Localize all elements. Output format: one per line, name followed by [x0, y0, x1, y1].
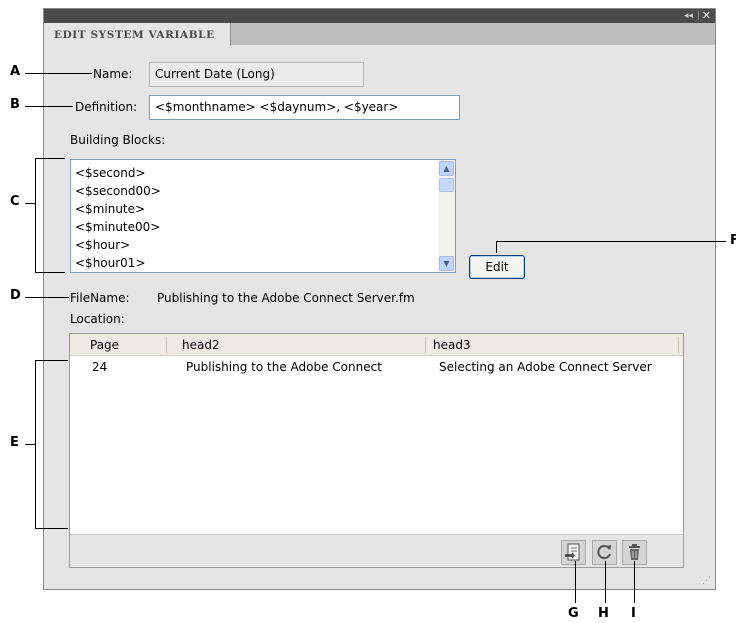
definition-field[interactable]: <$monthname> <$daynum>, <$year>	[149, 95, 460, 120]
tab-label: EDIT SYSTEM VARIABLE	[54, 29, 215, 41]
list-item[interactable]: <$second>	[75, 166, 146, 180]
column-divider[interactable]	[425, 337, 426, 353]
callout-b-line	[25, 106, 73, 107]
building-blocks-list[interactable]: <$second> <$second00> <$minute> <$minute…	[70, 159, 456, 273]
callout-g: G	[568, 606, 579, 621]
cell-page: 24	[92, 360, 108, 374]
callout-c-bracket-bottom	[35, 272, 65, 273]
callout-d-line	[25, 297, 69, 298]
callout-g-line	[575, 561, 576, 603]
column-header-head3[interactable]: head3	[433, 338, 471, 352]
callout-h-line	[605, 561, 606, 603]
go-to-source-icon[interactable]	[561, 540, 586, 565]
list-item[interactable]: <$hour>	[75, 238, 130, 252]
list-item[interactable]: <$second00>	[75, 184, 161, 198]
filename-value: Publishing to the Adobe Connect Server.f…	[157, 291, 415, 305]
definition-label: Definition:	[75, 100, 138, 114]
name-label: Name:	[93, 67, 133, 81]
cell-head3: Selecting an Adobe Connect Server	[439, 360, 652, 374]
callout-f: F	[730, 233, 736, 248]
table-toolbar	[70, 534, 683, 567]
name-field: Current Date (Long)	[149, 62, 364, 87]
callout-i: I	[631, 606, 636, 621]
callout-c-bracket	[35, 158, 36, 272]
table-header: Page head2 head3	[70, 334, 683, 356]
callout-b: B	[10, 97, 20, 112]
callout-e-bracket-bottom	[35, 528, 68, 529]
list-item[interactable]: <$minute>	[75, 202, 145, 216]
resize-grip-icon[interactable]: ⋰	[702, 576, 711, 586]
list-item[interactable]: <$hour01>	[75, 256, 146, 270]
building-blocks-label: Building Blocks:	[70, 133, 166, 147]
callout-f-line	[496, 241, 726, 242]
table-row[interactable]: 24 Publishing to the Adobe Connect Selec…	[70, 356, 683, 376]
edit-button[interactable]: Edit	[469, 255, 525, 279]
callout-a-line	[25, 73, 92, 74]
scroll-down-icon[interactable]: ▼	[439, 256, 454, 271]
list-scrollbar[interactable]: ▲ ▼	[438, 160, 455, 272]
list-item[interactable]: <$minute00>	[75, 220, 160, 234]
collapse-icon[interactable]: ◂◂	[684, 10, 693, 22]
edit-system-variable-panel: ◂◂ | ✕ EDIT SYSTEM VARIABLE Name: Curren…	[43, 8, 716, 590]
callout-d: D	[10, 288, 21, 303]
column-divider[interactable]	[678, 337, 679, 353]
callout-c-bracket-top	[35, 158, 65, 159]
close-icon[interactable]: ✕	[702, 9, 711, 22]
column-header-page[interactable]: Page	[90, 338, 119, 352]
cell-head2: Publishing to the Adobe Connect	[186, 360, 382, 374]
callout-e-line	[25, 444, 35, 445]
callout-f-drop	[496, 241, 497, 253]
callout-e: E	[10, 435, 19, 450]
callout-a: A	[10, 64, 21, 79]
callout-c: C	[10, 194, 20, 209]
location-label: Location:	[70, 312, 125, 326]
filename-label: FileName:	[70, 291, 130, 305]
callout-i-line	[634, 561, 635, 603]
callout-e-bracket-top	[35, 360, 68, 361]
scroll-thumb[interactable]	[439, 178, 454, 192]
column-divider[interactable]	[166, 337, 167, 353]
tab-edit-system-variable[interactable]: EDIT SYSTEM VARIABLE	[44, 23, 231, 46]
title-separator: |	[696, 11, 700, 21]
callout-c-line	[25, 203, 35, 204]
panel-title-strip: ◂◂ | ✕	[44, 9, 715, 23]
location-table: Page head2 head3 24 Publishing to the Ad…	[69, 333, 684, 568]
callout-h: H	[598, 606, 609, 621]
scroll-up-icon[interactable]: ▲	[439, 161, 454, 176]
column-header-head2[interactable]: head2	[182, 338, 220, 352]
callout-e-bracket	[35, 360, 36, 528]
